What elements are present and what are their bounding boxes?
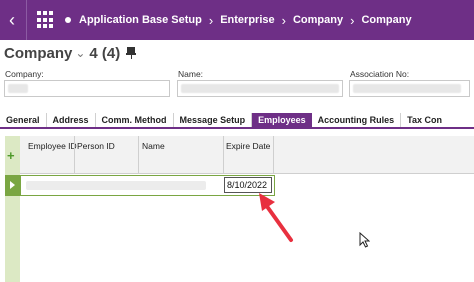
- pin-icon[interactable]: [126, 47, 137, 59]
- tab-employees[interactable]: Employees: [252, 113, 312, 127]
- column-header-person-id[interactable]: Person ID: [77, 141, 115, 151]
- tab-message-setup[interactable]: Message Setup: [174, 113, 253, 127]
- chevron-right-icon: ›: [281, 12, 286, 28]
- company-label: Company:: [5, 69, 44, 79]
- breadcrumb-item[interactable]: Company: [293, 14, 343, 26]
- column-divider: [223, 136, 224, 174]
- redacted-value: [8, 84, 28, 93]
- company-field[interactable]: [4, 80, 170, 97]
- top-navigation-bar: ‹ Application Base Setup › Enterprise › …: [0, 0, 474, 40]
- association-no-label: Association No:: [350, 69, 410, 79]
- breadcrumb-item[interactable]: Application Base Setup: [79, 14, 202, 26]
- page-header: Company ⌄ 4 (4): [4, 42, 137, 64]
- add-row-icon[interactable]: +: [7, 149, 15, 162]
- chevron-left-icon[interactable]: ‹: [2, 0, 22, 40]
- association-no-field[interactable]: [349, 80, 470, 97]
- redacted-value: [181, 84, 339, 93]
- tab-address[interactable]: Address: [47, 113, 96, 127]
- mouse-cursor-icon: [359, 232, 370, 248]
- column-header-name[interactable]: Name: [142, 141, 165, 151]
- name-label: Name:: [178, 69, 204, 79]
- tab-general[interactable]: General: [0, 113, 47, 127]
- tab-tax-con[interactable]: Tax Con: [401, 113, 448, 127]
- tab-accounting-rules[interactable]: Accounting Rules: [312, 113, 402, 127]
- name-field[interactable]: [177, 80, 343, 97]
- status-dot-icon: [65, 17, 71, 23]
- column-divider: [273, 136, 274, 174]
- breadcrumb: Application Base Setup › Enterprise › Co…: [79, 13, 412, 28]
- tab-bar: General Address Comm. Method Message Set…: [0, 113, 474, 129]
- row-arrow-icon: [10, 181, 15, 189]
- row-selected-indicator[interactable]: [6, 176, 21, 195]
- chevron-down-icon[interactable]: ⌄: [75, 46, 85, 60]
- record-count: 4 (4): [89, 44, 121, 62]
- app-grid-icon[interactable]: [37, 11, 55, 29]
- chevron-right-icon: ›: [350, 12, 355, 28]
- column-header-expire-date[interactable]: Expire Date: [226, 141, 270, 151]
- page-title: Company: [4, 44, 73, 62]
- chevron-right-icon: ›: [208, 12, 214, 28]
- expire-date-cell[interactable]: 8/10/2022: [224, 177, 272, 193]
- redacted-value: [353, 84, 461, 93]
- column-divider: [138, 136, 139, 174]
- grid-header: Employee ID Person ID Name Expire Date: [20, 136, 474, 174]
- table-row[interactable]: 8/10/2022: [5, 175, 275, 196]
- breadcrumb-item[interactable]: Enterprise: [220, 14, 274, 26]
- grid-row-selector-column: +: [5, 136, 20, 282]
- column-header-employee-id[interactable]: Employee ID: [28, 141, 77, 151]
- divider: [26, 0, 27, 40]
- employees-grid: + Employee ID Person ID Name Expire Date…: [5, 136, 474, 282]
- redacted-row-values: [26, 181, 206, 190]
- tab-comm-method[interactable]: Comm. Method: [96, 113, 174, 127]
- column-divider: [74, 136, 75, 174]
- breadcrumb-item-current: Company: [361, 14, 412, 26]
